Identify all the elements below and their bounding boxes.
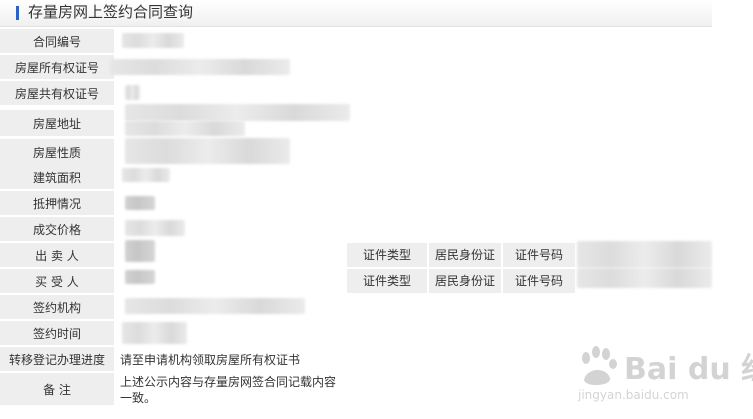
redacted-contract-no bbox=[122, 33, 184, 48]
redacted-seller-cert-no bbox=[577, 241, 712, 268]
label-transfer-progress: 转移登记办理进度 bbox=[0, 347, 114, 373]
label-remarks: 备 注 bbox=[0, 373, 114, 407]
buyer-cert-type-value: 居民身份证 bbox=[429, 269, 501, 293]
redacted-owner-cert-no bbox=[110, 59, 290, 75]
label-buyer: 买 受 人 bbox=[0, 269, 114, 295]
seller-cert-type-label: 证件类型 bbox=[347, 243, 427, 267]
redacted-sign-time bbox=[122, 322, 187, 344]
title-accent-bar bbox=[16, 6, 19, 20]
buyer-cert-type-label: 证件类型 bbox=[347, 269, 427, 293]
seller-cert-no-label: 证件号码 bbox=[503, 243, 575, 267]
watermark-brand: Bai du 经验 bbox=[624, 352, 753, 387]
transfer-progress-value: 请至申请机构领取房屋所有权证书 bbox=[120, 353, 301, 367]
paw-logo-icon bbox=[582, 346, 617, 386]
label-address: 房屋地址 bbox=[0, 110, 114, 138]
redacted-floor-area bbox=[122, 168, 170, 182]
label-contract-no: 合同编号 bbox=[0, 29, 114, 55]
remarks-value-line2: 一致。 bbox=[120, 391, 157, 405]
redacted-joint-owner-cert-no bbox=[125, 85, 140, 100]
redacted-buyer-name bbox=[125, 270, 155, 284]
section-header: 存量房网上签约合同查询 bbox=[0, 0, 712, 27]
label-property-type: 房屋性质 bbox=[0, 139, 114, 167]
label-agency: 签约机构 bbox=[0, 295, 114, 321]
redacted-property-type bbox=[125, 138, 290, 164]
label-floor-area: 建筑面积 bbox=[0, 165, 114, 191]
redacted-address-line2 bbox=[125, 121, 245, 136]
redacted-agency bbox=[125, 298, 305, 314]
redacted-address-line1 bbox=[125, 104, 350, 121]
label-joint-owner-cert-no: 房屋共有权证号 bbox=[0, 81, 114, 107]
label-seller: 出 卖 人 bbox=[0, 243, 114, 269]
buyer-cert-no-label: 证件号码 bbox=[503, 269, 575, 293]
redacted-price bbox=[125, 220, 185, 236]
redacted-seller-name bbox=[125, 240, 155, 262]
label-price: 成交价格 bbox=[0, 217, 114, 243]
label-mortgage: 抵押情况 bbox=[0, 191, 114, 217]
baidu-watermark: Bai du 经验 jingyan.baidu.com bbox=[576, 344, 753, 410]
page-title: 存量房网上签约合同查询 bbox=[28, 3, 194, 21]
label-owner-cert-no: 房屋所有权证号 bbox=[0, 55, 114, 81]
seller-cert-type-value: 居民身份证 bbox=[429, 243, 501, 267]
watermark-url: jingyan.baidu.com bbox=[578, 388, 689, 402]
remarks-value-line1: 上述公示内容与存量房网签合同记载内容 bbox=[120, 375, 337, 389]
redacted-mortgage bbox=[125, 196, 155, 210]
redacted-buyer-cert-no bbox=[577, 268, 712, 288]
label-sign-time: 签约时间 bbox=[0, 321, 114, 347]
